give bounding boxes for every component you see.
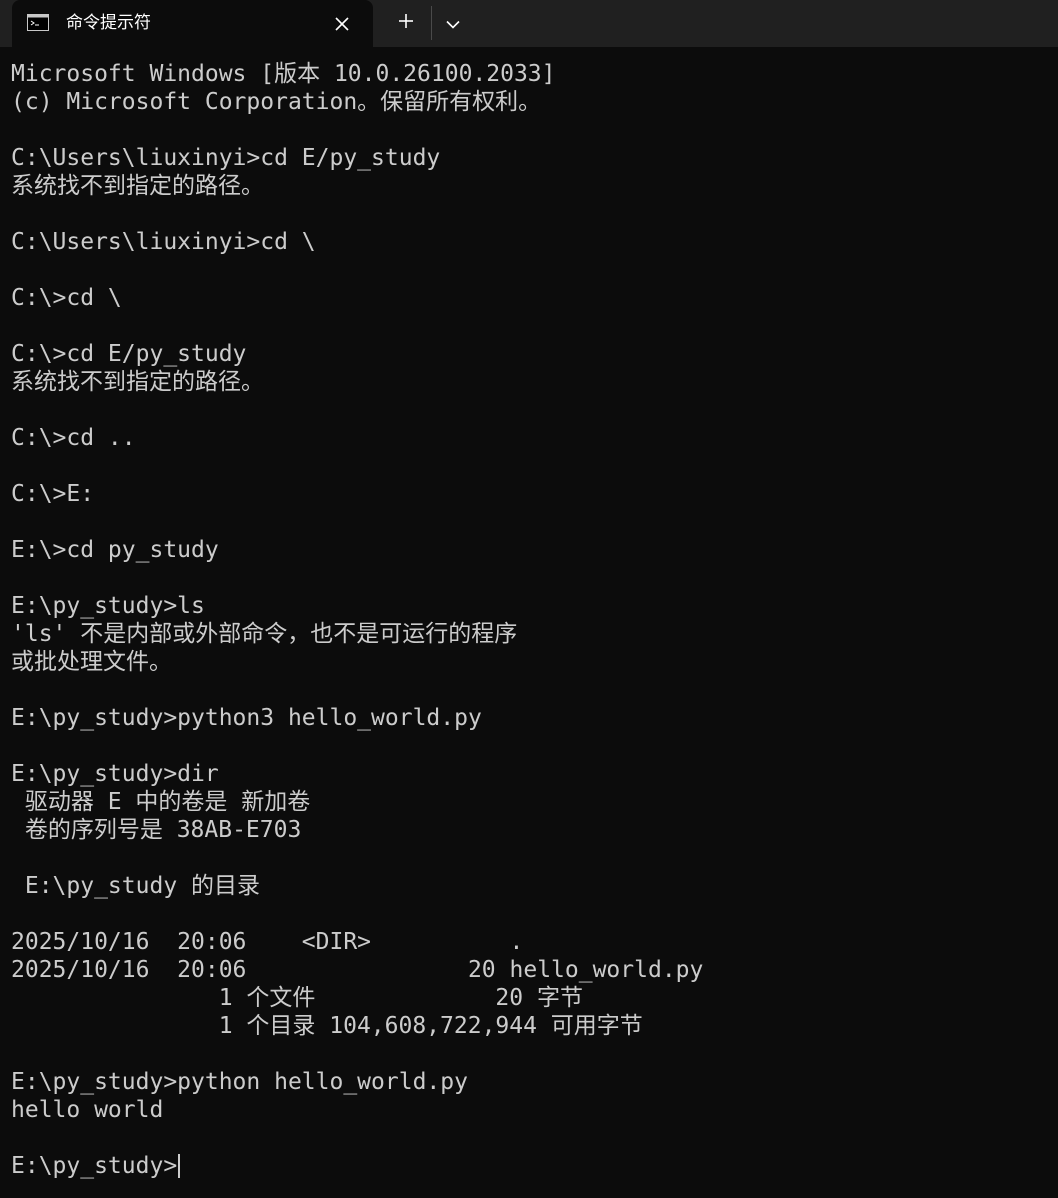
terminal-line: 2025/10/16 20:06 <DIR> . — [11, 929, 524, 955]
cmd-icon — [27, 14, 49, 31]
terminal-line: C:\>cd .. — [11, 425, 136, 451]
titlebar-divider — [431, 6, 432, 40]
terminal-line: E:\py_study>python3 hello_world.py — [11, 705, 482, 731]
terminal-prompt-line[interactable]: E:\py_study> — [11, 1152, 1058, 1180]
new-tab-button[interactable] — [390, 8, 422, 38]
terminal-line: E:\py_study 的目录 — [11, 873, 261, 899]
terminal-line: 系统找不到指定的路径。 — [11, 173, 264, 199]
terminal-line: 2025/10/16 20:06 20 hello_world.py — [11, 957, 704, 983]
terminal-line: E:\py_study>python hello_world.py — [11, 1069, 468, 1095]
terminal-line: Microsoft Windows [版本 10.0.26100.2033] — [11, 61, 556, 87]
profile-dropdown-button[interactable] — [438, 8, 468, 38]
terminal-line: C:\>cd \ — [11, 285, 122, 311]
terminal-line: C:\Users\liuxinyi>cd E/py_study — [11, 145, 441, 171]
terminal-output[interactable]: Microsoft Windows [版本 10.0.26100.2033] (… — [0, 47, 1058, 1198]
terminal-line: E:\py_study>ls — [11, 593, 205, 619]
terminal-line: 卷的序列号是 38AB-E703 — [11, 817, 302, 843]
terminal-line: C:\>cd E/py_study — [11, 341, 247, 367]
current-prompt: E:\py_study> — [11, 1153, 178, 1179]
terminal-line: E:\py_study>dir — [11, 761, 219, 787]
tab-title: 命令提示符 — [66, 13, 151, 33]
text-cursor — [178, 1154, 181, 1178]
tab-command-prompt[interactable]: 命令提示符 — [12, 0, 373, 47]
title-bar: 命令提示符 — [0, 0, 1058, 47]
terminal-line: 1 个目录 104,608,722,944 可用字节 — [11, 1013, 643, 1039]
terminal-line: C:\>E: — [11, 481, 95, 507]
terminal-line: (c) Microsoft Corporation。保留所有权利。 — [11, 89, 542, 115]
terminal-line: 'ls' 不是内部或外部命令，也不是可运行的程序 — [11, 621, 518, 647]
terminal-line: hello world — [11, 1097, 164, 1123]
terminal-line: C:\Users\liuxinyi>cd \ — [11, 229, 316, 255]
chevron-down-icon — [446, 14, 460, 33]
plus-icon — [398, 13, 414, 33]
terminal-line: 1 个文件 20 字节 — [11, 985, 583, 1011]
terminal-line: 驱动器 E 中的卷是 新加卷 — [11, 789, 311, 815]
terminal-line: 系统找不到指定的路径。 — [11, 369, 264, 395]
terminal-line: E:\>cd py_study — [11, 537, 219, 563]
terminal-line: 或批处理文件。 — [11, 649, 172, 675]
close-icon[interactable] — [328, 10, 355, 37]
